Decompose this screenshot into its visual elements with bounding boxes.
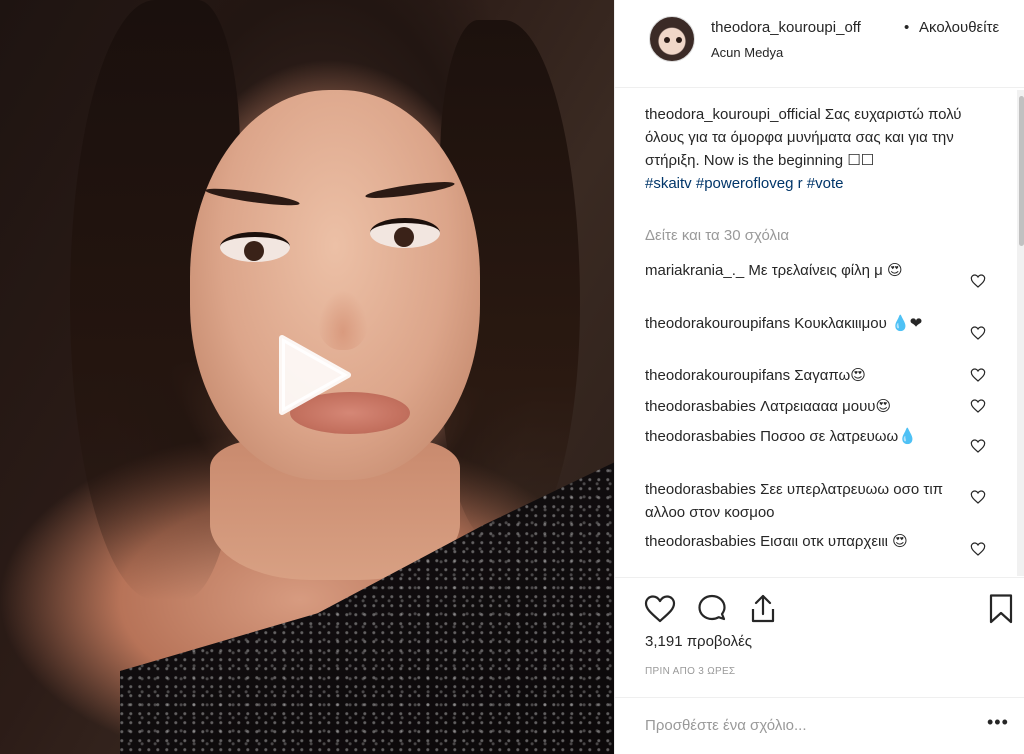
comment-username-link[interactable]: theodorasbabies [645,398,756,415]
comment-username-link[interactable]: theodorakouroupifans [645,367,790,384]
photo-eye-left [220,232,290,262]
post-timestamp[interactable]: ΠΡΙΝ ΑΠΟ 3 ΩΡΕΣ [645,666,735,677]
hashtag-link[interactable]: #vote [807,175,844,192]
comment-username-link[interactable]: theodorakouroupifans [645,315,790,332]
add-comment-bar: ••• [615,697,1024,754]
comment-item: theodorasbabies Εισαιι οτκ υπαρχειιι 😍 [645,530,965,553]
header-separator-dot: • [904,19,910,36]
comment-text: Κουκλακιιιμου 💧❤ [794,315,923,332]
comment-text: Εισαιι οτκ υπαρχειιι 😍 [760,533,908,550]
play-icon[interactable] [268,330,358,420]
avatar[interactable] [649,16,695,62]
comments-scrollbar-thumb[interactable] [1019,96,1024,246]
comment-username-link[interactable]: theodorasbabies [645,428,756,445]
comment-item: theodorasbabies Ποσοο σε λατρευωω💧 [645,425,965,448]
comment-username-link[interactable]: theodorasbabies [645,533,756,550]
view-count[interactable]: 3,191 προβολές [645,633,752,650]
comment-like-heart-icon[interactable] [970,367,986,383]
comment-username-link[interactable]: theodorasbabies [645,481,756,498]
post-actions: 3,191 προβολές ΠΡΙΝ ΑΠΟ 3 ΩΡΕΣ [615,577,1024,697]
caption-username-link[interactable]: theodora_kouroupi_official [645,106,821,123]
post-video[interactable] [0,0,614,754]
comment-item: theodorakouroupifans Σαγαπω😍 [645,364,965,387]
comments-list: theodora_kouroupi_official Σας ευχαριστώ… [615,89,1024,577]
comment-item: theodorakouroupifans Κουκλακιιιμου 💧❤ [645,312,965,335]
comment-like-heart-icon[interactable] [970,273,986,289]
following-button[interactable]: Ακολουθείτε [919,19,999,36]
comment-item: theodorasbabies Λατρειαααα μουυ😍 [645,395,965,418]
comment-like-heart-icon[interactable] [970,541,986,557]
comment-like-heart-icon[interactable] [970,398,986,414]
comment-like-heart-icon[interactable] [970,489,986,505]
comment-username-link[interactable]: mariakrania_._ [645,262,744,279]
comment-text: Λατρειαααα μουυ😍 [760,398,892,415]
hashtag-link[interactable]: #powerofloveg r [696,175,803,192]
comment-bubble-icon[interactable] [695,592,729,626]
photo-eye-right [370,218,440,248]
comment-text: Με τρελαίνεις φίλη μ 😍 [748,262,903,279]
share-icon[interactable] [746,592,780,626]
more-options-icon[interactable]: ••• [987,712,1009,733]
comment-text: Ποσοο σε λατρευωω💧 [760,428,917,445]
add-comment-input[interactable] [645,712,955,738]
location-link[interactable]: Acun Medya [711,45,783,60]
comment-like-heart-icon[interactable] [970,325,986,341]
post-caption: theodora_kouroupi_official Σας ευχαριστώ… [645,103,985,195]
comment-like-heart-icon[interactable] [970,438,986,454]
post-header: theodora_kouroupi_off • Ακολουθείτε Acun… [615,0,1024,88]
caption-hashtags: #skaitv #powerofloveg r #vote [645,172,985,195]
heart-icon[interactable] [643,592,677,626]
comment-item: theodorasbabies Σεε υπερλατρευωω οσο τιπ… [645,478,965,524]
view-all-comments-link[interactable]: Δείτε και τα 30 σχόλια [645,227,789,244]
comment-item: mariakrania_._ Με τρελαίνεις φίλη μ 😍 [645,259,965,282]
bookmark-icon[interactable] [984,592,1018,626]
comment-text: Σαγαπω😍 [794,367,866,384]
post-side-panel: theodora_kouroupi_off • Ακολουθείτε Acun… [614,0,1024,754]
hashtag-link[interactable]: #skaitv [645,175,692,192]
header-username-link[interactable]: theodora_kouroupi_off [711,19,861,36]
